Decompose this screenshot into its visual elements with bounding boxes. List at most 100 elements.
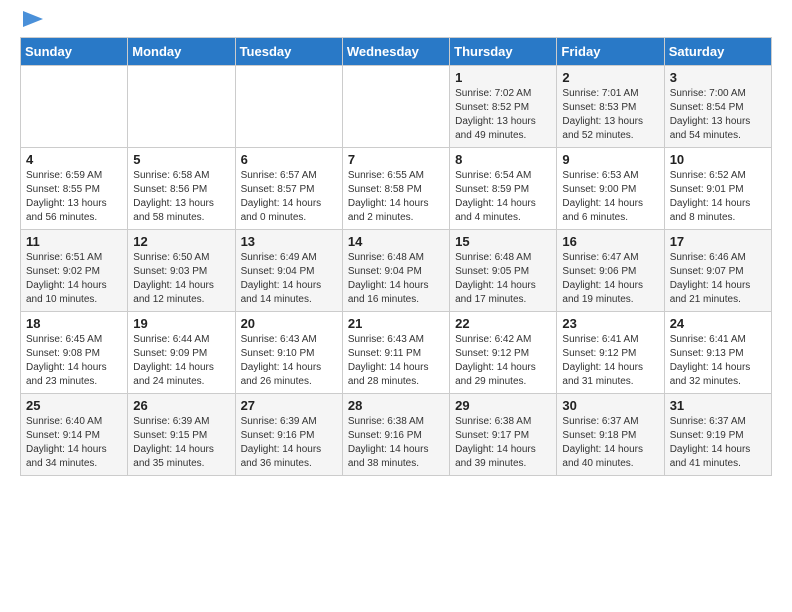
- weekday-header-sunday: Sunday: [21, 38, 128, 66]
- day-number: 14: [348, 234, 444, 249]
- day-info: Sunrise: 6:47 AM Sunset: 9:06 PM Dayligh…: [562, 251, 658, 307]
- day-number: 10: [670, 152, 766, 167]
- day-number: 11: [26, 234, 122, 249]
- logo-arrow-icon: [23, 11, 43, 27]
- day-number: 19: [133, 316, 229, 331]
- day-info: Sunrise: 7:02 AM Sunset: 8:52 PM Dayligh…: [455, 87, 551, 143]
- day-info: Sunrise: 6:48 AM Sunset: 9:04 PM Dayligh…: [348, 251, 444, 307]
- day-cell-3: 3 Sunrise: 7:00 AM Sunset: 8:54 PM Daylig…: [664, 66, 771, 148]
- day-cell-24: 24 Sunrise: 6:41 AM Sunset: 9:13 PM Dayli…: [664, 312, 771, 394]
- day-info: Sunrise: 6:44 AM Sunset: 9:09 PM Dayligh…: [133, 333, 229, 389]
- day-info: Sunrise: 6:37 AM Sunset: 9:18 PM Dayligh…: [562, 415, 658, 471]
- day-cell-18: 18Sunrise: 6:45 AM Sunset: 9:08 PM Dayli…: [21, 312, 128, 394]
- day-info: Sunrise: 6:46 AM Sunset: 9:07 PM Dayligh…: [670, 251, 766, 307]
- day-info: Sunrise: 6:50 AM Sunset: 9:03 PM Dayligh…: [133, 251, 229, 307]
- day-info: Sunrise: 6:40 AM Sunset: 9:14 PM Dayligh…: [26, 415, 122, 471]
- day-number: 6: [241, 152, 337, 167]
- day-cell-9: 9 Sunrise: 6:53 AM Sunset: 9:00 PM Daylig…: [557, 148, 664, 230]
- day-info: Sunrise: 6:45 AM Sunset: 9:08 PM Dayligh…: [26, 333, 122, 389]
- day-info: Sunrise: 6:59 AM Sunset: 8:55 PM Dayligh…: [26, 169, 122, 225]
- day-number: 26: [133, 398, 229, 413]
- day-info: Sunrise: 6:38 AM Sunset: 9:17 PM Dayligh…: [455, 415, 551, 471]
- day-info: Sunrise: 6:58 AM Sunset: 8:56 PM Dayligh…: [133, 169, 229, 225]
- day-number: 3: [670, 70, 766, 85]
- day-cell-21: 21 Sunrise: 6:43 AM Sunset: 9:11 PM Dayli…: [342, 312, 449, 394]
- day-cell-27: 27 Sunrise: 6:39 AM Sunset: 9:16 PM Dayli…: [235, 394, 342, 476]
- day-info: Sunrise: 6:55 AM Sunset: 8:58 PM Dayligh…: [348, 169, 444, 225]
- day-number: 28: [348, 398, 444, 413]
- day-cell-23: 23 Sunrise: 6:41 AM Sunset: 9:12 PM Dayli…: [557, 312, 664, 394]
- day-info: Sunrise: 6:39 AM Sunset: 9:15 PM Dayligh…: [133, 415, 229, 471]
- day-cell-16: 16 Sunrise: 6:47 AM Sunset: 9:06 PM Dayli…: [557, 230, 664, 312]
- logo: [20, 15, 43, 27]
- day-info: Sunrise: 6:38 AM Sunset: 9:16 PM Dayligh…: [348, 415, 444, 471]
- header: [20, 15, 772, 27]
- day-number: 9: [562, 152, 658, 167]
- weekday-header-saturday: Saturday: [664, 38, 771, 66]
- day-info: Sunrise: 6:51 AM Sunset: 9:02 PM Dayligh…: [26, 251, 122, 307]
- day-cell-26: 26 Sunrise: 6:39 AM Sunset: 9:15 PM Dayli…: [128, 394, 235, 476]
- day-cell-29: 29 Sunrise: 6:38 AM Sunset: 9:17 PM Dayli…: [450, 394, 557, 476]
- day-number: 23: [562, 316, 658, 331]
- empty-cell: [128, 66, 235, 148]
- day-number: 2: [562, 70, 658, 85]
- day-cell-31: 31Sunrise: 6:37 AM Sunset: 9:19 PM Dayli…: [664, 394, 771, 476]
- day-cell-28: 28 Sunrise: 6:38 AM Sunset: 9:16 PM Dayli…: [342, 394, 449, 476]
- day-info: Sunrise: 7:00 AM Sunset: 8:54 PM Dayligh…: [670, 87, 766, 143]
- day-info: Sunrise: 6:39 AM Sunset: 9:16 PM Dayligh…: [241, 415, 337, 471]
- day-cell-20: 20Sunrise: 6:43 AM Sunset: 9:10 PM Dayli…: [235, 312, 342, 394]
- page-container: SundayMondayTuesdayWednesdayThursdayFrid…: [0, 0, 792, 491]
- day-info: Sunrise: 6:43 AM Sunset: 9:11 PM Dayligh…: [348, 333, 444, 389]
- empty-cell: [342, 66, 449, 148]
- day-cell-25: 25 Sunrise: 6:40 AM Sunset: 9:14 PM Dayli…: [21, 394, 128, 476]
- day-number: 16: [562, 234, 658, 249]
- day-info: Sunrise: 6:41 AM Sunset: 9:13 PM Dayligh…: [670, 333, 766, 389]
- day-info: Sunrise: 6:52 AM Sunset: 9:01 PM Dayligh…: [670, 169, 766, 225]
- day-number: 13: [241, 234, 337, 249]
- day-cell-22: 22Sunrise: 6:42 AM Sunset: 9:12 PM Dayli…: [450, 312, 557, 394]
- day-cell-6: 6 Sunrise: 6:57 AM Sunset: 8:57 PM Daylig…: [235, 148, 342, 230]
- day-cell-4: 4 Sunrise: 6:59 AM Sunset: 8:55 PM Daylig…: [21, 148, 128, 230]
- day-cell-17: 17 Sunrise: 6:46 AM Sunset: 9:07 PM Dayli…: [664, 230, 771, 312]
- weekday-header-tuesday: Tuesday: [235, 38, 342, 66]
- day-number: 25: [26, 398, 122, 413]
- day-number: 4: [26, 152, 122, 167]
- weekday-header-monday: Monday: [128, 38, 235, 66]
- day-info: Sunrise: 6:49 AM Sunset: 9:04 PM Dayligh…: [241, 251, 337, 307]
- week-row-5: 25 Sunrise: 6:40 AM Sunset: 9:14 PM Dayli…: [21, 394, 772, 476]
- day-number: 24: [670, 316, 766, 331]
- day-number: 8: [455, 152, 551, 167]
- day-number: 15: [455, 234, 551, 249]
- day-info: Sunrise: 6:48 AM Sunset: 9:05 PM Dayligh…: [455, 251, 551, 307]
- day-cell-11: 11 Sunrise: 6:51 AM Sunset: 9:02 PM Dayli…: [21, 230, 128, 312]
- day-info: Sunrise: 6:57 AM Sunset: 8:57 PM Dayligh…: [241, 169, 337, 225]
- day-cell-30: 30Sunrise: 6:37 AM Sunset: 9:18 PM Dayli…: [557, 394, 664, 476]
- day-cell-12: 12 Sunrise: 6:50 AM Sunset: 9:03 PM Dayli…: [128, 230, 235, 312]
- weekday-header-wednesday: Wednesday: [342, 38, 449, 66]
- day-info: Sunrise: 6:54 AM Sunset: 8:59 PM Dayligh…: [455, 169, 551, 225]
- day-cell-5: 5 Sunrise: 6:58 AM Sunset: 8:56 PM Daylig…: [128, 148, 235, 230]
- day-info: Sunrise: 6:42 AM Sunset: 9:12 PM Dayligh…: [455, 333, 551, 389]
- empty-cell: [235, 66, 342, 148]
- day-cell-8: 8 Sunrise: 6:54 AM Sunset: 8:59 PM Daylig…: [450, 148, 557, 230]
- day-number: 20: [241, 316, 337, 331]
- day-number: 21: [348, 316, 444, 331]
- week-row-2: 4 Sunrise: 6:59 AM Sunset: 8:55 PM Daylig…: [21, 148, 772, 230]
- empty-cell: [21, 66, 128, 148]
- day-number: 5: [133, 152, 229, 167]
- day-cell-15: 15 Sunrise: 6:48 AM Sunset: 9:05 PM Dayli…: [450, 230, 557, 312]
- day-info: Sunrise: 6:41 AM Sunset: 9:12 PM Dayligh…: [562, 333, 658, 389]
- week-row-4: 18Sunrise: 6:45 AM Sunset: 9:08 PM Dayli…: [21, 312, 772, 394]
- day-number: 29: [455, 398, 551, 413]
- day-number: 7: [348, 152, 444, 167]
- day-info: Sunrise: 6:53 AM Sunset: 9:00 PM Dayligh…: [562, 169, 658, 225]
- day-cell-13: 13 Sunrise: 6:49 AM Sunset: 9:04 PM Dayli…: [235, 230, 342, 312]
- day-cell-1: 1Sunrise: 7:02 AM Sunset: 8:52 PM Daylig…: [450, 66, 557, 148]
- day-number: 17: [670, 234, 766, 249]
- day-number: 27: [241, 398, 337, 413]
- day-info: Sunrise: 6:37 AM Sunset: 9:19 PM Dayligh…: [670, 415, 766, 471]
- day-cell-14: 14 Sunrise: 6:48 AM Sunset: 9:04 PM Dayli…: [342, 230, 449, 312]
- weekday-header-friday: Friday: [557, 38, 664, 66]
- day-number: 12: [133, 234, 229, 249]
- day-cell-7: 7 Sunrise: 6:55 AM Sunset: 8:58 PM Daylig…: [342, 148, 449, 230]
